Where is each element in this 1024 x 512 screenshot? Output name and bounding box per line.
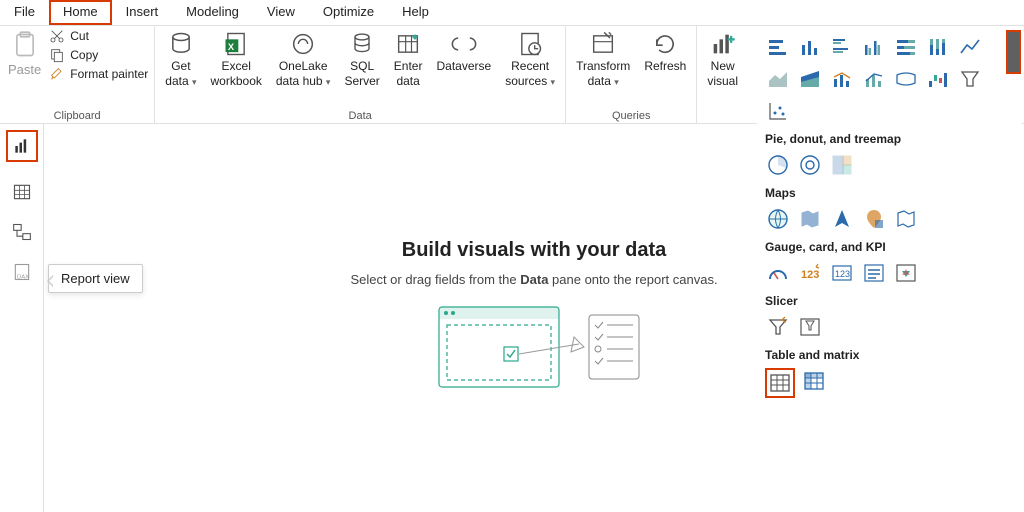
svg-text:X: X bbox=[228, 42, 235, 52]
viz-kpi-icon[interactable] bbox=[893, 260, 919, 286]
viz-stacked-area-icon[interactable] bbox=[797, 66, 823, 92]
canvas-subtext: Select or drag fields from the Data pane… bbox=[350, 272, 717, 287]
model-view-tab[interactable] bbox=[12, 222, 32, 242]
menu-help[interactable]: Help bbox=[388, 0, 443, 25]
viz-scatter-icon[interactable] bbox=[765, 98, 791, 124]
viz-pie-icon[interactable] bbox=[765, 152, 791, 178]
enter-databutton[interactable]: Enterdata bbox=[390, 28, 427, 90]
viz-globe-icon[interactable] bbox=[765, 206, 791, 232]
report-view-tab[interactable] bbox=[6, 130, 38, 162]
table-view-tab[interactable] bbox=[12, 182, 32, 202]
viz-combo2-icon[interactable] bbox=[861, 66, 887, 92]
viz-cat-table: Table and matrix bbox=[765, 348, 1014, 362]
viz-clustered-column-icon[interactable] bbox=[861, 34, 887, 60]
viz-clustered-bar-icon[interactable] bbox=[829, 34, 855, 60]
viz-100-column-icon[interactable] bbox=[925, 34, 951, 60]
svg-text:123: 123 bbox=[835, 269, 850, 279]
get-databutton[interactable]: Getdata ▾ bbox=[161, 28, 200, 91]
canvas-heading: Build visuals with your data bbox=[402, 239, 667, 262]
menu-bar: File Home Insert Modeling View Optimize … bbox=[0, 0, 1024, 26]
svg-text:DAX: DAX bbox=[17, 275, 29, 281]
viz-cat-slicer: Slicer bbox=[765, 294, 1014, 308]
viz-line-icon[interactable] bbox=[957, 34, 983, 60]
transform-databutton[interactable]: Transformdata ▾ bbox=[572, 28, 634, 91]
viz-gauge-icon[interactable] bbox=[765, 260, 791, 286]
format-painter-button[interactable]: Format painter bbox=[49, 66, 148, 82]
viz-azure-map-icon[interactable] bbox=[829, 206, 855, 232]
clipboard-group-label: Clipboard bbox=[6, 108, 148, 122]
refresh-button[interactable]: Refresh bbox=[640, 28, 690, 90]
copy-icon bbox=[49, 47, 65, 63]
group-clipboard: Paste Cut Copy Format painter Clipboard bbox=[0, 26, 155, 123]
viz-combo1-icon[interactable] bbox=[829, 66, 855, 92]
viz-treemap-icon[interactable] bbox=[829, 152, 855, 178]
menu-insert[interactable]: Insert bbox=[112, 0, 173, 25]
dataverse-button[interactable]: Dataverse bbox=[432, 28, 495, 90]
clipboard-icon bbox=[11, 30, 39, 60]
viz-table-icon[interactable] bbox=[765, 368, 795, 398]
viz-slicer2-icon[interactable] bbox=[797, 314, 823, 340]
group-insert: Newvisual bbox=[697, 26, 748, 123]
viz-ribbon-icon[interactable] bbox=[893, 66, 919, 92]
viz-funnel-icon[interactable] bbox=[957, 66, 983, 92]
menu-optimize[interactable]: Optimize bbox=[309, 0, 388, 25]
viz-slicer-icon[interactable] bbox=[765, 314, 791, 340]
paste-label: Paste bbox=[8, 62, 41, 77]
viz-card-icon[interactable]: 123 bbox=[797, 260, 823, 286]
sql-serverbutton[interactable]: SQLServer bbox=[340, 28, 383, 90]
excel-workbookbutton[interactable]: XExcelworkbook bbox=[207, 28, 266, 90]
cut-button[interactable]: Cut bbox=[49, 28, 148, 44]
queries-group-label: Queries bbox=[572, 108, 690, 122]
group-data: Getdata ▾XExcelworkbookOneLakedata hub ▾… bbox=[155, 26, 566, 123]
group-queries: Transformdata ▾Refresh Queries bbox=[566, 26, 697, 123]
svg-text:123: 123 bbox=[801, 269, 819, 281]
viz-arcgis-icon[interactable] bbox=[861, 206, 887, 232]
new-visualbutton[interactable]: Newvisual bbox=[703, 28, 742, 90]
viz-stacked-column-icon[interactable] bbox=[797, 34, 823, 60]
paste-button: Paste bbox=[6, 28, 43, 79]
viz-stacked-bar-icon[interactable] bbox=[765, 34, 791, 60]
viz-cat-pie: Pie, donut, and treemap bbox=[765, 132, 1014, 146]
viz-card-list-icon[interactable] bbox=[861, 260, 887, 286]
viz-100-bar-icon[interactable] bbox=[893, 34, 919, 60]
menu-modeling[interactable]: Modeling bbox=[172, 0, 253, 25]
dax-view-tab[interactable]: DAX bbox=[12, 262, 32, 282]
menu-view[interactable]: View bbox=[253, 0, 309, 25]
viz-cat-gauge: Gauge, card, and KPI bbox=[765, 240, 1014, 254]
recent-sourcesbutton[interactable]: Recentsources ▾ bbox=[501, 28, 559, 91]
visualizations-panel: Pie, donut, and treemap Maps Gauge, card… bbox=[757, 28, 1022, 412]
menu-home[interactable]: Home bbox=[49, 0, 112, 25]
report-view-tooltip: Report view bbox=[48, 264, 143, 293]
brush-icon bbox=[49, 66, 65, 82]
viz-area-icon[interactable] bbox=[765, 66, 791, 92]
data-group-label: Data bbox=[161, 108, 559, 122]
onelake-data-hubbutton[interactable]: OneLakedata hub ▾ bbox=[272, 28, 335, 91]
viz-row-bars bbox=[765, 34, 1014, 124]
copy-button[interactable]: Copy bbox=[49, 47, 148, 63]
viz-donut-icon[interactable] bbox=[797, 152, 823, 178]
viz-scrollbar-thumb[interactable] bbox=[1006, 30, 1021, 74]
viz-shape-map-icon[interactable] bbox=[893, 206, 919, 232]
viz-matrix-icon[interactable] bbox=[801, 368, 827, 394]
viz-filled-map-icon[interactable] bbox=[797, 206, 823, 232]
left-nav: DAX bbox=[0, 124, 44, 512]
viz-cat-maps: Maps bbox=[765, 186, 1014, 200]
menu-file[interactable]: File bbox=[0, 0, 49, 25]
viz-waterfall-icon[interactable] bbox=[925, 66, 951, 92]
canvas-illustration bbox=[419, 297, 649, 397]
scissors-icon bbox=[49, 28, 65, 44]
viz-multirow-card-icon[interactable]: 123 bbox=[829, 260, 855, 286]
